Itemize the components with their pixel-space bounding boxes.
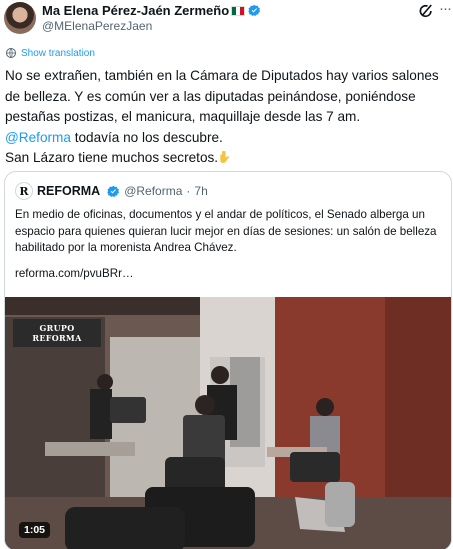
reforma-logo: R (15, 182, 33, 200)
quote-text: En medio de oficinas, documentos y el an… (15, 208, 437, 254)
tweet-header: Ma Elena Pérez-Jaén Zermeño @MElenaPerez… (0, 0, 453, 44)
grok-icon[interactable] (417, 2, 435, 20)
mexico-flag-icon (231, 6, 246, 16)
show-translation-label: Show translation (21, 47, 95, 59)
author-name-text: Ma Elena Pérez-Jaén Zermeño (42, 3, 230, 18)
author-handle[interactable]: @MElenaPerezJaen (42, 19, 152, 33)
quote-verified-badge-icon (107, 185, 120, 197)
video-duration: 1:05 (19, 522, 51, 538)
pointing-down-emoji-icon (220, 151, 230, 163)
tweet-text-part2: todavía no los descubre. (70, 129, 223, 145)
video-player[interactable]: GRUPO REFORMA 1:05 (5, 297, 451, 549)
tweet-text-part3: San Lázaro tiene muchos secretos. (5, 150, 219, 165)
tweet-text: No se extrañen, también en la Cámara de … (5, 66, 450, 169)
quote-separator: · (186, 184, 191, 198)
quote-author-name: REFORMA (37, 184, 101, 198)
quoted-tweet[interactable]: R REFORMA @Reforma · 7h En medio de ofic… (4, 171, 452, 549)
watermark-line2: REFORMA (32, 333, 82, 343)
quote-link[interactable]: reforma.com/pvuBRr… (15, 267, 134, 280)
verified-badge-icon (248, 4, 261, 16)
grupo-reforma-watermark: GRUPO REFORMA (13, 319, 101, 347)
quote-header: R REFORMA @Reforma · 7h (15, 182, 208, 200)
translate-icon (6, 48, 16, 58)
watermark-line1: GRUPO (39, 323, 75, 333)
quote-timestamp: 7h (194, 184, 208, 198)
quote-author-handle: @Reforma (124, 184, 183, 198)
author-name[interactable]: Ma Elena Pérez-Jaén Zermeño (42, 3, 261, 18)
show-translation[interactable]: Show translation (5, 46, 95, 60)
author-avatar[interactable] (4, 2, 36, 34)
mention-link[interactable]: @Reforma (5, 130, 71, 145)
more-options-icon[interactable]: ··· (436, 1, 453, 20)
tweet-text-part1: No se extrañen, también en la Cámara de … (5, 68, 439, 124)
